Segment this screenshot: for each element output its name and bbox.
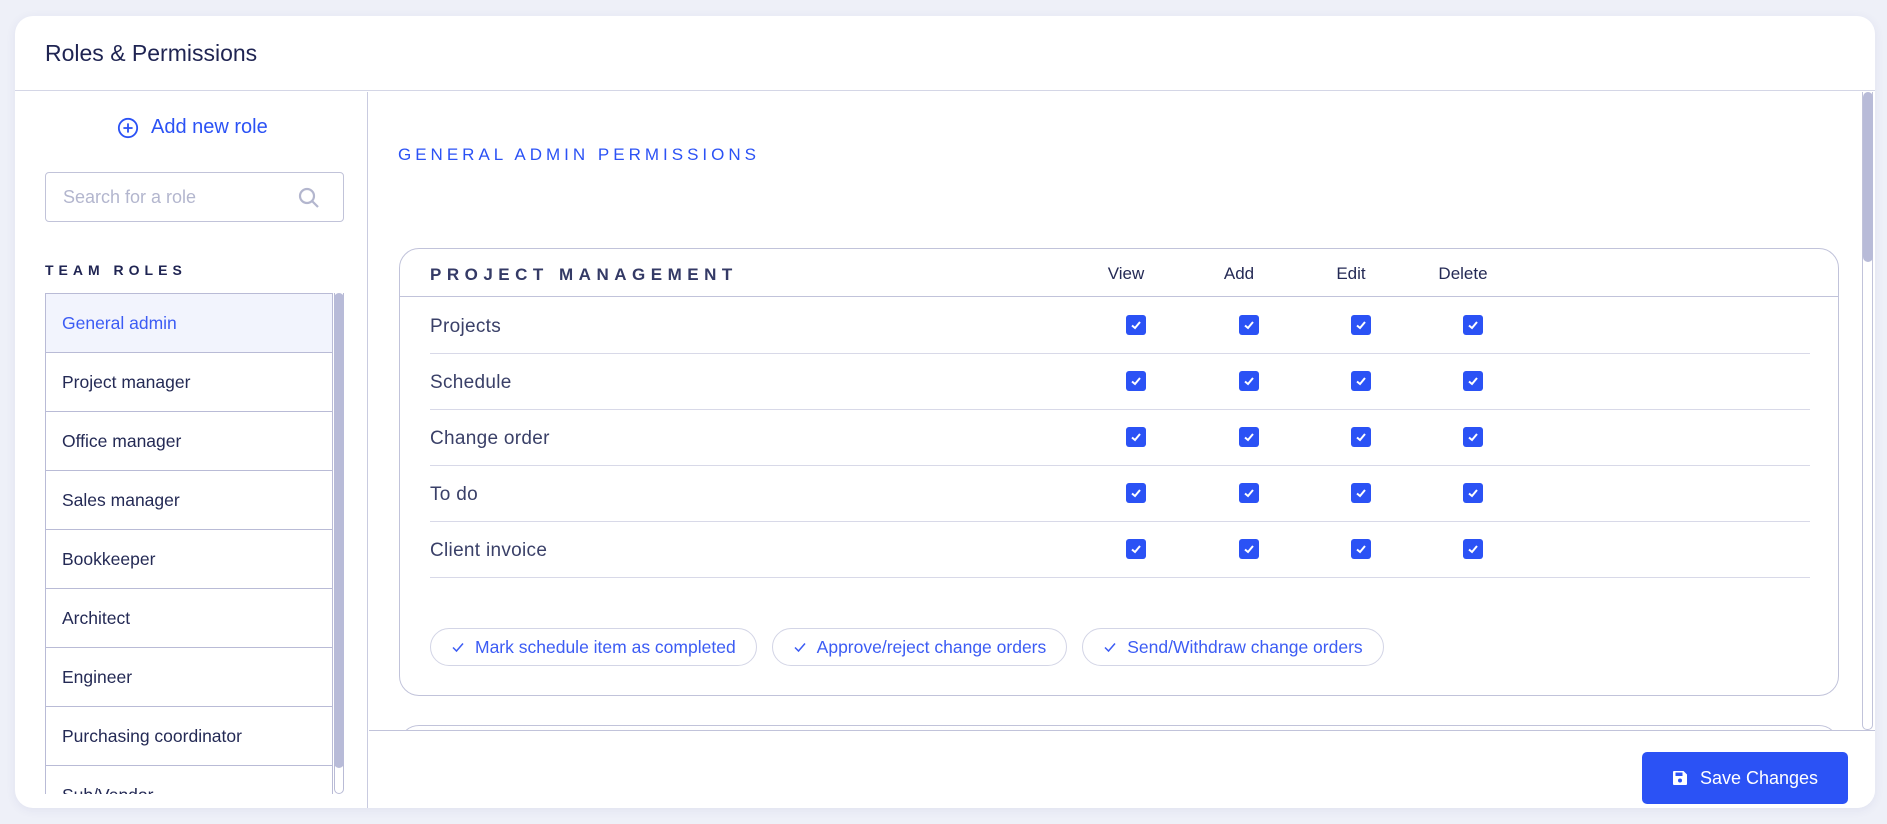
roles-scrollbar[interactable] (334, 293, 344, 794)
checkbox-view[interactable] (1126, 483, 1146, 503)
checkmark-icon (1131, 489, 1141, 498)
checkmark-icon (1131, 545, 1141, 554)
permissions-scroll-area: GENERAL ADMIN PERMISSIONS PROJECT MANAGE… (369, 92, 1875, 730)
roles-sidebar: Add new role TEAM ROLES General adminPro… (15, 92, 368, 808)
checkbox-add[interactable] (1239, 483, 1259, 503)
extra-permissions: Mark schedule item as completed Approve/r… (430, 628, 1384, 666)
extra-permission-chip[interactable]: Send/Withdraw change orders (1082, 628, 1384, 666)
roles-list-container: General admin Project manager Office manag… (45, 293, 345, 794)
permission-row-label: Projects (430, 316, 502, 337)
main-scrollbar[interactable] (1862, 92, 1873, 730)
checkmark-icon (1244, 377, 1254, 386)
extra-permission-label: Send/Withdraw change orders (1127, 636, 1363, 657)
checkbox-delete[interactable] (1463, 427, 1483, 447)
checkmark-icon (1356, 433, 1366, 442)
column-header-view: View (1107, 264, 1145, 283)
permission-group-header: PROJECT MANAGEMENT View Add Edit Delete (400, 249, 1838, 297)
checkbox-view[interactable] (1126, 539, 1146, 559)
checkmark-icon (1131, 321, 1141, 330)
permission-row: Client invoice (430, 522, 1810, 578)
role-item[interactable]: Sales manager (46, 471, 333, 530)
add-new-role-button[interactable]: Add new role (117, 116, 268, 139)
permission-row-label: Schedule (430, 372, 512, 393)
save-icon (1672, 771, 1687, 785)
checkbox-view[interactable] (1126, 315, 1146, 335)
permissions-main: GENERAL ADMIN PERMISSIONS PROJECT MANAGE… (369, 92, 1875, 808)
checkbox-add[interactable] (1239, 315, 1259, 335)
footer-bar: Save Changes (369, 730, 1875, 808)
save-changes-button[interactable]: Save Changes (1642, 752, 1848, 804)
checkbox-delete[interactable] (1463, 371, 1483, 391)
check-icon (794, 643, 806, 653)
checkbox-delete[interactable] (1463, 539, 1483, 559)
roles-permissions-panel: Roles & Permissions Add new role TEAM RO… (15, 16, 1875, 808)
checkmark-icon (1244, 321, 1254, 330)
checkmark-icon (1356, 377, 1366, 386)
checkmark-icon (1468, 377, 1478, 386)
permission-group-project-management: PROJECT MANAGEMENT View Add Edit Delete … (399, 248, 1839, 696)
checkbox-view[interactable] (1126, 371, 1146, 391)
role-item[interactable]: Office manager (46, 412, 333, 471)
plus-circle-icon (117, 117, 139, 138)
checkmark-icon (1468, 321, 1478, 330)
checkbox-add[interactable] (1239, 427, 1259, 447)
checkbox-delete[interactable] (1463, 315, 1483, 335)
checkbox-delete[interactable] (1463, 483, 1483, 503)
extra-permission-chip[interactable]: Approve/reject change orders (771, 628, 1068, 666)
checkmark-icon (1356, 545, 1366, 554)
role-item[interactable]: Architect (46, 589, 333, 648)
add-new-role-label: Add new role (151, 116, 268, 138)
page-title: Roles & Permissions (45, 40, 258, 66)
checkmark-icon (1131, 433, 1141, 442)
checkbox-add[interactable] (1239, 539, 1259, 559)
checkmark-icon (1468, 433, 1478, 442)
checkbox-edit[interactable] (1351, 427, 1371, 447)
checkmark-icon (1244, 489, 1254, 498)
checkmark-icon (1131, 377, 1141, 386)
section-title: GENERAL ADMIN PERMISSIONS (398, 145, 760, 164)
roles-list: General admin Project manager Office manag… (45, 293, 333, 794)
column-header-edit: Edit (1336, 264, 1366, 283)
extra-permission-label: Approve/reject change orders (816, 636, 1047, 657)
team-roles-heading: TEAM ROLES (45, 262, 187, 278)
checkbox-edit[interactable] (1351, 539, 1371, 559)
role-item[interactable]: Sub/Vendor (46, 766, 333, 794)
role-item[interactable]: Purchasing coordinator (46, 707, 333, 766)
checkbox-edit[interactable] (1351, 315, 1371, 335)
role-item[interactable]: Bookkeeper (46, 530, 333, 589)
check-icon (1104, 643, 1116, 653)
permission-row: Projects (430, 298, 1810, 354)
permission-row: Schedule (430, 354, 1810, 410)
check-icon (452, 643, 464, 653)
main-scrollbar-thumb[interactable] (1863, 92, 1873, 262)
column-header-add: Add (1223, 264, 1255, 283)
extra-permission-chip[interactable]: Mark schedule item as completed (430, 628, 757, 666)
extra-permission-label: Mark schedule item as completed (475, 636, 736, 657)
role-item[interactable]: Engineer (46, 648, 333, 707)
checkbox-view[interactable] (1126, 427, 1146, 447)
role-search (45, 172, 344, 222)
checkmark-icon (1356, 321, 1366, 330)
search-icon[interactable] (297, 186, 321, 210)
checkbox-edit[interactable] (1351, 371, 1371, 391)
roles-scrollbar-thumb[interactable] (334, 293, 344, 768)
checkmark-icon (1244, 545, 1254, 554)
role-item[interactable]: General admin (46, 294, 333, 353)
role-item[interactable]: Project manager (46, 353, 333, 412)
permission-row-label: Client invoice (430, 540, 548, 561)
group-name: PROJECT MANAGEMENT (430, 265, 738, 284)
checkbox-add[interactable] (1239, 371, 1259, 391)
save-changes-label: Save Changes (1699, 767, 1819, 788)
permission-row-label: Change order (430, 428, 550, 449)
checkbox-edit[interactable] (1351, 483, 1371, 503)
permission-row: To do (430, 466, 1810, 522)
panel-header: Roles & Permissions (15, 16, 1875, 91)
checkmark-icon (1468, 545, 1478, 554)
checkmark-icon (1244, 433, 1254, 442)
column-header-delete: Delete (1438, 264, 1488, 283)
checkmark-icon (1468, 489, 1478, 498)
permission-row-label: To do (430, 484, 478, 505)
checkmark-icon (1356, 489, 1366, 498)
permission-row: Change order (430, 410, 1810, 466)
